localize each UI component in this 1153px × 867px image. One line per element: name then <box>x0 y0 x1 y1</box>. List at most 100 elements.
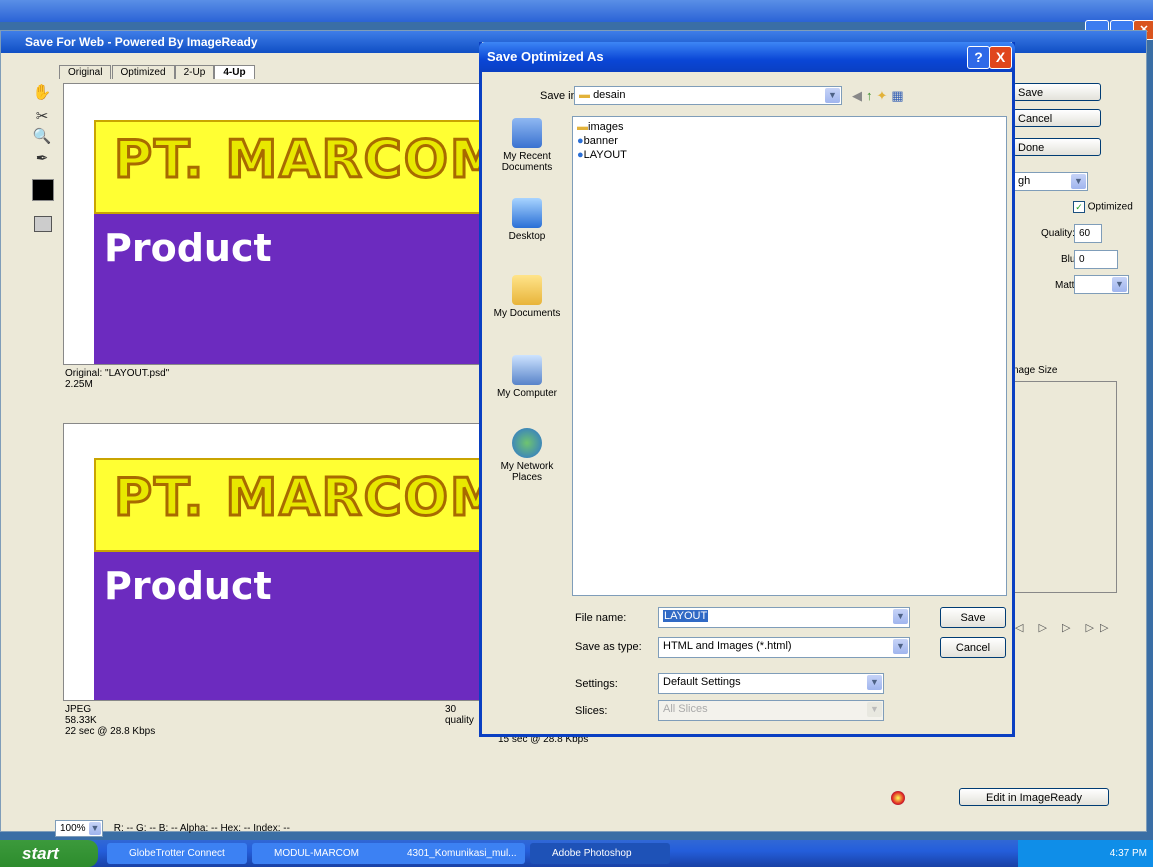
place-my-computer[interactable]: My Computer <box>487 355 567 399</box>
save-as-type-label: Save as type: <box>575 641 642 653</box>
optimized-label: Optimized <box>1087 201 1133 213</box>
list-item[interactable]: ●banner <box>577 134 627 148</box>
my-documents-icon <box>512 275 542 305</box>
task-globetrotter-connect[interactable]: GlobeTrotter Connect <box>107 843 247 864</box>
chevron-down-icon: ▼ <box>825 88 840 103</box>
optimized-checkbox[interactable]: ✓ Optimized <box>1073 201 1133 213</box>
slices-value: All Slices <box>663 703 708 715</box>
pane1-size: 2.25M <box>65 379 93 390</box>
edit-in-imageready-button[interactable]: Edit in ImageReady <box>959 788 1109 806</box>
desktop-icon <box>512 198 542 228</box>
slices-select: All Slices ▼ <box>658 700 884 721</box>
tab-2-up[interactable]: 2-Up <box>174 65 215 79</box>
help-icon[interactable]: ? <box>967 46 990 69</box>
view-tabs: Original Optimized 2-Up 4-Up <box>59 65 255 83</box>
dialog-save-button[interactable]: Save <box>940 607 1006 628</box>
animation-controls[interactable]: ◁ ▷ ▷ ▷▷ <box>1015 621 1114 634</box>
network-places-icon <box>512 428 542 458</box>
save-in-select[interactable]: ▬ desain ▼ <box>574 86 842 105</box>
start-label: start <box>22 844 59 863</box>
zoom-tool-icon[interactable]: 🔍 <box>31 127 53 147</box>
new-folder-icon[interactable]: ✦ <box>877 88 892 103</box>
place-desktop[interactable]: Desktop <box>487 198 567 242</box>
pane2-format: JPEG <box>65 704 92 715</box>
done-button[interactable]: Done <box>1013 138 1101 156</box>
task-adobe-photoshop[interactable]: Adobe Photoshop <box>530 843 670 864</box>
pane2-info: JPEG 58.33K 22 sec @ 28.8 Kbps 30 qualit… <box>65 704 485 737</box>
task-modul-marcom[interactable]: MODUL-MARCOM <box>252 843 392 864</box>
eyedropper-tool-icon[interactable]: ✒ <box>31 149 53 169</box>
place-label: My Computer <box>496 388 557 399</box>
slices-label: Slices: <box>575 705 608 717</box>
slice-select-tool-icon[interactable]: ✂ <box>31 107 53 127</box>
chevron-down-icon: ▼ <box>89 822 101 835</box>
color-readout: R: -- G: -- B: -- Alpha: -- Hex: -- Inde… <box>113 823 290 834</box>
back-icon[interactable]: ◀ <box>852 88 866 103</box>
photoshop-title-bar <box>0 0 1153 22</box>
matte-select[interactable]: ▼ <box>1074 275 1129 294</box>
html-file-icon: ● <box>577 149 584 161</box>
file-name-input[interactable]: LAYOUT ▼ <box>658 607 910 628</box>
quality-input[interactable]: 60 <box>1074 224 1102 243</box>
file-list[interactable]: ▬images ●banner ●LAYOUT <box>572 116 1007 596</box>
folder-icon: ▬ <box>579 89 590 101</box>
save-as-type-value: HTML and Images (*.html) <box>663 640 792 652</box>
zoom-select[interactable]: 100% ▼ <box>55 820 103 837</box>
start-button[interactable]: start <box>0 840 98 867</box>
chevron-down-icon: ▼ <box>1112 277 1127 292</box>
html-file-icon: ● <box>577 135 584 147</box>
up-folder-icon[interactable]: ↑ <box>866 88 877 103</box>
save-in-value: desain <box>593 89 626 101</box>
list-item[interactable]: ●LAYOUT <box>577 148 627 162</box>
pane2-download-time: 22 sec @ 28.8 Kbps <box>65 726 156 737</box>
chevron-down-icon: ▼ <box>1071 174 1086 189</box>
system-tray: 4:37 PM <box>1018 840 1153 867</box>
place-my-recent-documents[interactable]: My Recent Documents <box>487 118 567 173</box>
recent-documents-icon <box>512 118 542 148</box>
pane1-info: Original: "LAYOUT.psd" 2.25M <box>65 368 465 390</box>
file-name-label: File name: <box>575 612 627 624</box>
dialog-toolbar: ◀↑✦▦ <box>852 88 908 104</box>
status-bar: 100% ▼ R: -- G: -- B: -- Alpha: -- Hex: … <box>55 819 935 839</box>
chevron-down-icon: ▼ <box>867 675 882 690</box>
list-item[interactable]: ▬images <box>577 120 627 134</box>
zoom-value: 100% <box>60 823 86 834</box>
folder-icon: ▬ <box>577 121 588 133</box>
place-my-documents[interactable]: My Documents <box>487 275 567 319</box>
image-size-panel <box>1013 381 1117 593</box>
place-label: My Network Places <box>500 461 554 483</box>
quality-label: Quality: <box>1041 228 1075 239</box>
preset-select[interactable]: gh ▼ <box>1013 172 1088 191</box>
blur-input[interactable]: 0 <box>1074 250 1118 269</box>
tab-original[interactable]: Original <box>59 65 112 79</box>
dialog-cancel-button[interactable]: Cancel <box>940 637 1006 658</box>
save-as-type-select[interactable]: HTML and Images (*.html) ▼ <box>658 637 910 658</box>
settings-label: Settings: <box>575 678 618 690</box>
task-komunikasi[interactable]: 4301_Komunikasi_mul... <box>385 843 525 864</box>
chevron-down-icon: ▼ <box>893 639 908 654</box>
tab-4-up[interactable]: 4-Up <box>214 65 255 79</box>
chevron-down-icon: ▼ <box>867 702 882 717</box>
pane1-filename: Original: "LAYOUT.psd" <box>65 368 170 379</box>
dialog-title: Save Optimized As <box>487 49 604 64</box>
tab-optimized[interactable]: Optimized <box>111 65 175 79</box>
checkmark-icon: ✓ <box>1073 201 1085 213</box>
chevron-down-icon: ▼ <box>893 609 908 624</box>
hand-tool-icon[interactable]: ✋ <box>31 83 53 103</box>
taskbar: start GlobeTrotter Connect MODUL-MARCOM … <box>0 840 1153 867</box>
settings-select[interactable]: Default Settings ▼ <box>658 673 884 694</box>
place-label: My Documents <box>493 308 561 319</box>
browser-preview-icon[interactable] <box>891 791 905 805</box>
view-menu-icon[interactable]: ▦ <box>891 88 907 103</box>
close-icon[interactable]: X <box>989 46 1012 69</box>
tab-image-size[interactable]: nage Size <box>1013 365 1057 376</box>
banner-product-text-optimized: Product <box>104 564 272 608</box>
clock[interactable]: 4:37 PM <box>1110 848 1147 859</box>
save-button[interactable]: Save <box>1013 83 1101 101</box>
cancel-button[interactable]: Cancel <box>1013 109 1101 127</box>
eyedropper-color-swatch[interactable] <box>32 179 54 201</box>
settings-value: Default Settings <box>663 676 741 688</box>
file-name-value: LAYOUT <box>663 610 709 622</box>
place-my-network-places[interactable]: My Network Places <box>487 428 567 483</box>
toggle-slices-icon[interactable] <box>34 216 52 232</box>
